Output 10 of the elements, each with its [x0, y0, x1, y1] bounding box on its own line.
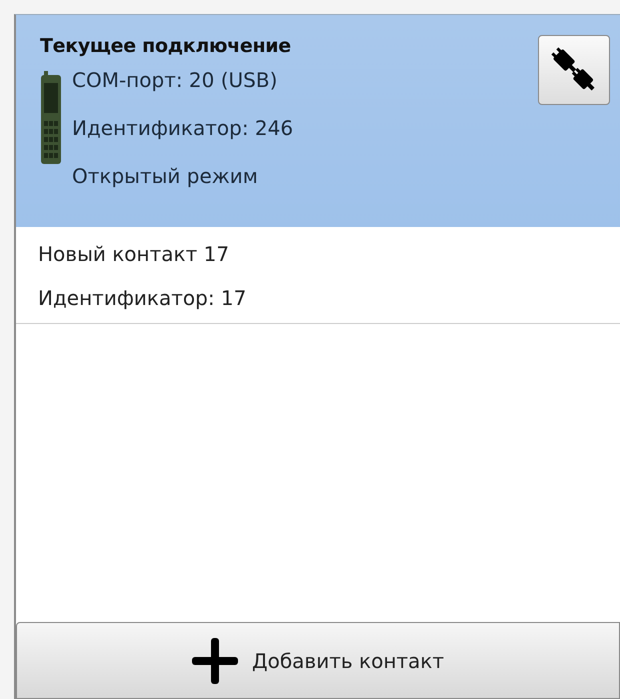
contact-name: Новый контакт 17	[38, 241, 230, 268]
disconnect-button[interactable]	[538, 35, 610, 105]
radio-handset-icon	[40, 71, 62, 165]
plus-icon	[192, 638, 238, 684]
connection-title: Текущее подключение	[40, 35, 292, 57]
connection-detail: COM-порт: 20 (USB)	[72, 67, 278, 94]
connection-detail: Идентификатор: 246	[72, 115, 294, 142]
contact-identifier: Идентификатор: 17	[38, 285, 248, 312]
add-contact-button[interactable]: Добавить контакт	[16, 622, 620, 699]
connection-detail: Открытый режим	[72, 163, 259, 190]
